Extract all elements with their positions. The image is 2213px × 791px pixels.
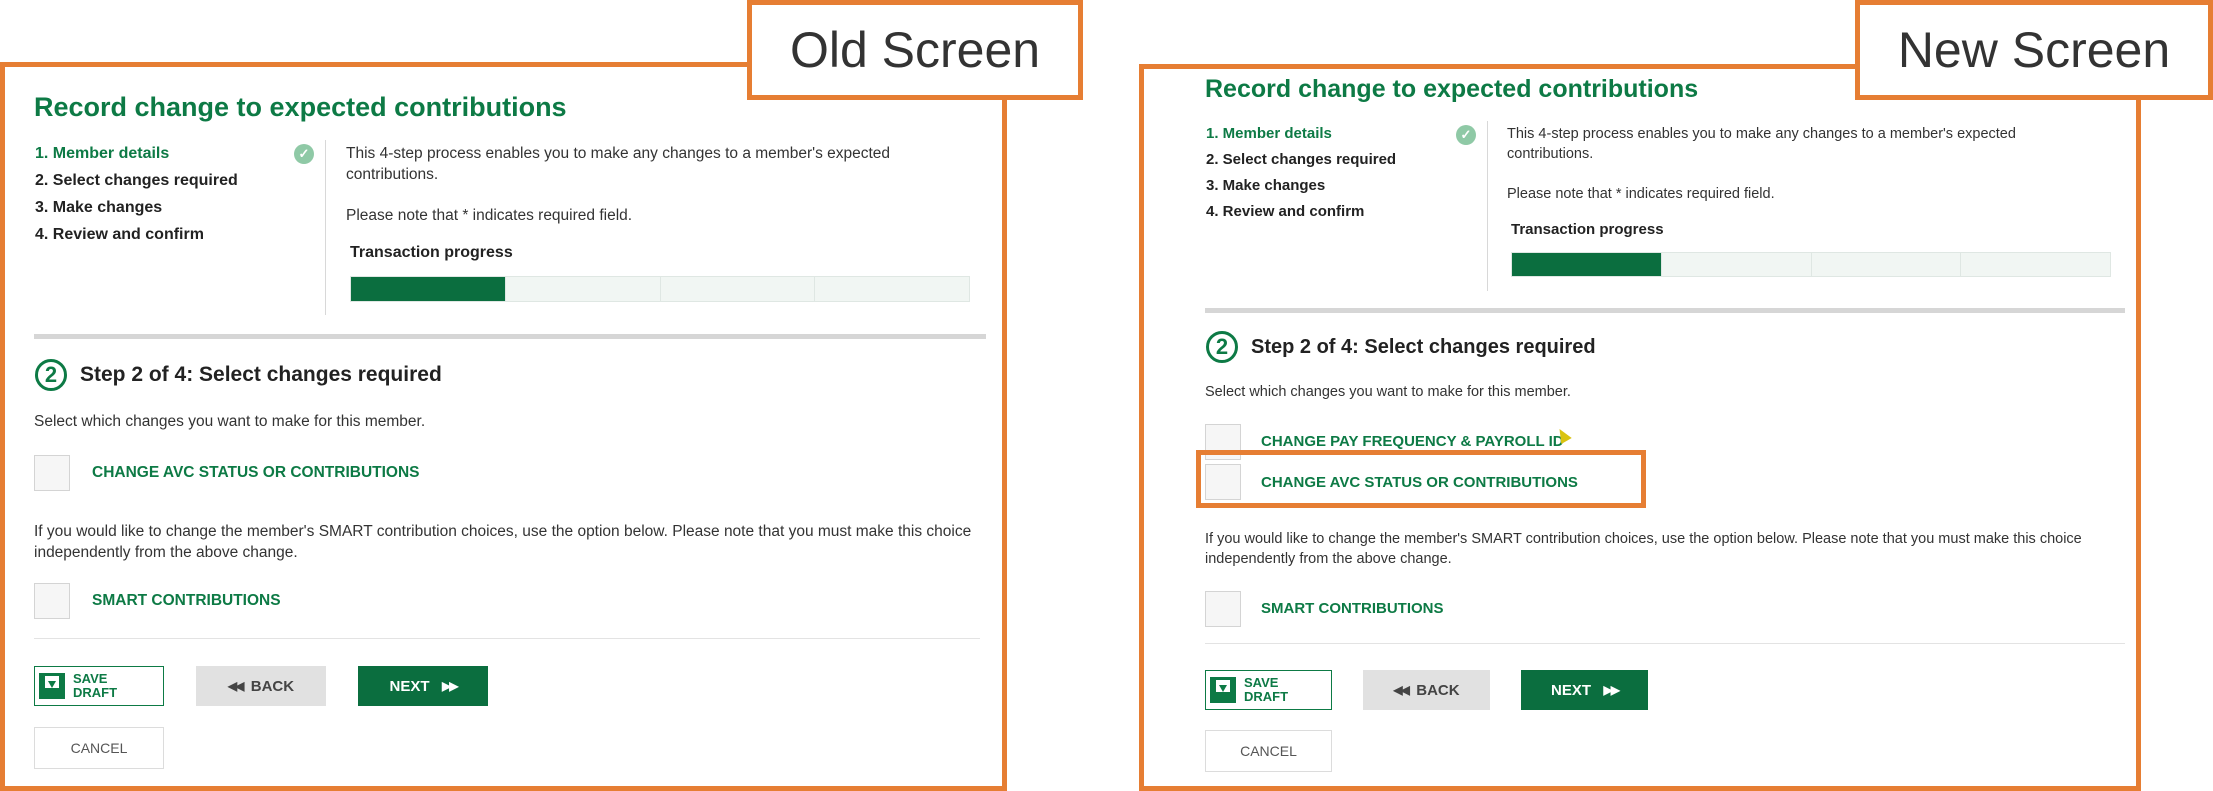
step-number-badge: 2	[35, 359, 67, 391]
progress-segment-complete	[1512, 253, 1662, 276]
next-label: NEXT	[1551, 681, 1592, 699]
step-item-review-confirm: 4. Review and confirm	[35, 226, 204, 243]
intro-text: This 4-step process enables you to make …	[1507, 126, 2016, 162]
step-item-make-changes: 3. Make changes	[35, 199, 163, 216]
back-button[interactable]: ◀◀ BACK	[196, 666, 326, 706]
intro-text: This 4-step process enables you to make …	[346, 145, 891, 183]
step-number-badge: 2	[1206, 331, 1238, 363]
smart-checkbox[interactable]	[34, 583, 70, 619]
cancel-button[interactable]: CANCEL	[1205, 730, 1332, 772]
divider	[1487, 121, 1488, 291]
step-list: 1. Member details 2. Select changes requ…	[35, 140, 238, 248]
smart-note: If you would like to change the member's…	[34, 523, 972, 561]
progress-label: Transaction progress	[350, 244, 513, 261]
progress-segment	[1961, 253, 2110, 276]
save-draft-label: SAVE DRAFT	[1244, 675, 1289, 704]
footer-divider	[1205, 643, 2125, 644]
step-heading: Step 2 of 4: Select changes required	[1251, 336, 1596, 358]
check-icon: ✓	[294, 144, 314, 164]
section-separator	[34, 334, 986, 339]
required-note: Please note that * indicates required fi…	[1507, 186, 1775, 202]
select-prompt: Select which changes you want to make fo…	[1205, 384, 1571, 400]
new-screen-tag: New Screen	[1855, 0, 2213, 100]
progress-segment	[660, 277, 816, 301]
cancel-label: CANCEL	[70, 740, 128, 756]
old-screen-tag: Old Screen	[747, 0, 1083, 100]
section-separator	[1205, 308, 2125, 313]
step-item-review-confirm: 4. Review and confirm	[1206, 203, 1365, 220]
save-draft-button[interactable]: SAVE DRAFT	[1205, 670, 1332, 710]
progress-segment	[1661, 253, 1812, 276]
save-icon	[1210, 677, 1236, 703]
progress-bar	[350, 276, 970, 302]
cancel-button[interactable]: CANCEL	[34, 727, 164, 769]
back-label: BACK	[1416, 681, 1460, 699]
page-title: Record change to expected contributions	[34, 92, 567, 122]
page-title: Record change to expected contributions	[1205, 75, 1699, 103]
step-list: 1. Member details 2. Select changes requ…	[1206, 121, 1396, 225]
check-icon: ✓	[1456, 125, 1476, 145]
save-draft-label: SAVE DRAFT	[73, 671, 118, 700]
progress-label: Transaction progress	[1511, 221, 1664, 238]
progress-segment-complete	[351, 277, 506, 301]
step-item-make-changes: 3. Make changes	[1206, 177, 1326, 194]
fast-forward-icon: ▶▶	[1603, 683, 1621, 697]
cancel-label: CANCEL	[1240, 743, 1297, 759]
avc-option-label[interactable]: CHANGE AVC STATUS OR CONTRIBUTIONS	[92, 464, 420, 482]
progress-bar	[1511, 252, 2111, 277]
avc-checkbox[interactable]	[1205, 464, 1241, 500]
select-prompt: Select which changes you want to make fo…	[34, 413, 426, 430]
save-icon	[39, 673, 65, 699]
required-note: Please note that * indicates required fi…	[346, 207, 633, 224]
progress-segment	[505, 277, 661, 301]
fast-forward-icon: ▶▶	[442, 679, 459, 693]
smart-checkbox[interactable]	[1205, 591, 1241, 627]
progress-segment	[815, 277, 969, 301]
step-item-member-details: 1. Member details	[35, 145, 170, 162]
next-label: NEXT	[389, 677, 430, 695]
old-screen-tag-text: Old Screen	[789, 22, 1041, 78]
next-button[interactable]: NEXT ▶▶	[1521, 670, 1648, 710]
step-item-select-changes: 2. Select changes required	[1206, 151, 1397, 168]
rewind-icon: ◀◀	[1393, 683, 1410, 697]
save-draft-button[interactable]: SAVE DRAFT	[34, 666, 164, 706]
footer-divider	[34, 638, 980, 639]
step-heading: Step 2 of 4: Select changes required	[80, 363, 442, 386]
smart-note: If you would like to change the member's…	[1205, 531, 2082, 567]
smart-option-label[interactable]: SMART CONTRIBUTIONS	[92, 592, 281, 610]
divider	[325, 140, 326, 315]
progress-segment	[1811, 253, 1962, 276]
back-button[interactable]: ◀◀ BACK	[1363, 670, 1490, 710]
avc-checkbox[interactable]	[34, 455, 70, 491]
pay-frequency-option-label[interactable]: CHANGE PAY FREQUENCY & PAYROLL ID	[1261, 433, 1564, 450]
rewind-icon: ◀◀	[227, 679, 245, 693]
back-label: BACK	[250, 677, 295, 695]
step-item-member-details: 1. Member details	[1206, 125, 1332, 142]
new-screen-tag-text: New Screen	[1897, 22, 2171, 78]
step-item-select-changes: 2. Select changes required	[35, 172, 238, 189]
next-button[interactable]: NEXT ▶▶	[358, 666, 488, 706]
smart-option-label[interactable]: SMART CONTRIBUTIONS	[1261, 600, 1444, 617]
avc-option-label[interactable]: CHANGE AVC STATUS OR CONTRIBUTIONS	[1261, 474, 1578, 491]
